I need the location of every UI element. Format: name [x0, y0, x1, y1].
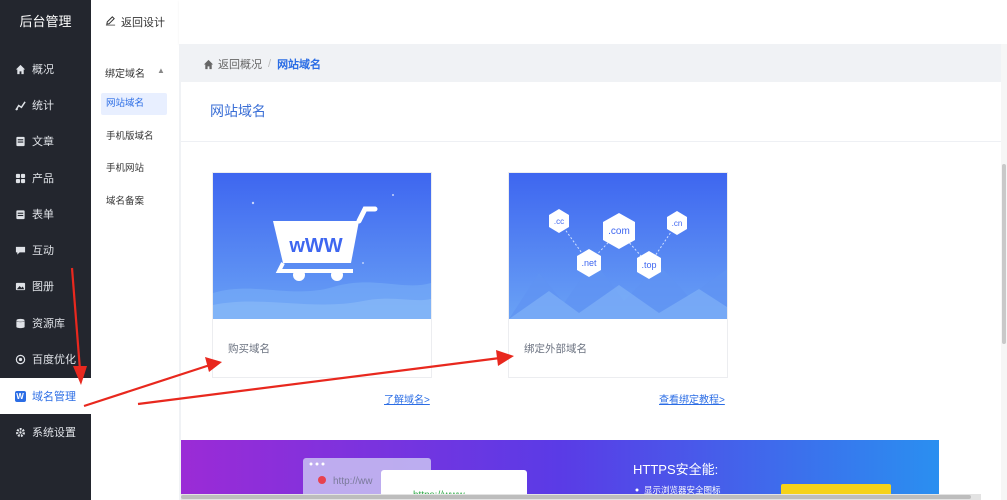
bind-external-domain-label[interactable]: 绑定外部域名: [524, 341, 587, 356]
album-icon: [14, 280, 26, 292]
database-icon: [14, 317, 26, 329]
https-promo-banner[interactable]: http://ww https://www. HTTPS安全能: 显示浏览器安全…: [181, 440, 939, 500]
sidebar-item-label: 域名管理: [32, 391, 76, 403]
back-to-design-label: 返回设计: [121, 17, 165, 29]
sidebar-item-seo[interactable]: 百度优化: [0, 341, 91, 377]
breadcrumb-current: 网站域名: [277, 59, 322, 71]
tld-net: .net: [581, 258, 597, 268]
tld-cc: .cc: [554, 217, 564, 226]
seo-icon: [14, 353, 26, 365]
breadcrumb: 返回概况 / 网站域名: [203, 56, 321, 72]
chart-icon: [14, 99, 26, 111]
sidebar-item-domain[interactable]: W 域名管理: [0, 378, 91, 414]
sidebar-item-label: 百度优化: [32, 354, 76, 366]
chevron-up-icon[interactable]: ▲: [157, 66, 165, 75]
subnav-item-website-domain[interactable]: 网站域名: [101, 93, 167, 115]
sidebar-item-album[interactable]: 图册: [0, 268, 91, 304]
shopping-cart-www-illustration: wWW: [213, 173, 431, 319]
home-icon[interactable]: [203, 59, 214, 70]
top-header: [179, 0, 1007, 44]
buy-domain-label[interactable]: 购买域名: [228, 341, 270, 356]
sidebar-item-label: 系统设置: [32, 427, 76, 439]
brand-title: 后台管理: [19, 14, 72, 29]
sidebar-item-stats[interactable]: 统计: [0, 87, 91, 123]
tld-top: .top: [641, 260, 656, 270]
sidebar-item-products[interactable]: 产品: [0, 160, 91, 196]
learn-domain-link[interactable]: 了解域名>: [384, 391, 430, 406]
article-icon: [14, 135, 26, 147]
divider: [181, 141, 1007, 142]
breadcrumb-home-link[interactable]: 返回概况: [218, 56, 262, 72]
sidebar-item-overview[interactable]: 概况: [0, 51, 91, 87]
subnav-item-mobile-site[interactable]: 手机网站: [101, 158, 167, 180]
sidebar-item-articles[interactable]: 文章: [0, 123, 91, 159]
subnav-group-title[interactable]: 绑定域名: [105, 65, 145, 80]
sidebar-item-label: 资源库: [32, 318, 65, 330]
page-title: 网站域名: [210, 103, 266, 119]
cart-www-text: wWW: [288, 235, 342, 257]
sidebar-item-label: 表单: [32, 209, 54, 221]
chat-icon: [14, 244, 26, 256]
banner-title: HTTPS安全能:: [633, 462, 718, 477]
subnav-item-mobile-domain[interactable]: 手机版域名: [101, 126, 167, 148]
tld-cn: .cn: [672, 219, 683, 228]
tld-com: .com: [608, 226, 630, 237]
sidebar-item-label: 互动: [32, 245, 54, 257]
grid-icon: [14, 172, 26, 184]
gear-icon: [14, 426, 26, 438]
sidebar-item-label: 统计: [32, 100, 54, 112]
buy-domain-card[interactable]: wWW 购买域名: [212, 172, 432, 378]
vertical-scrollbar[interactable]: [1001, 44, 1007, 500]
sidebar-item-label: 概况: [32, 64, 54, 76]
bind-external-domain-card[interactable]: .cc .com .cn .net .top 绑定外部域名: [508, 172, 728, 378]
w-icon: W: [14, 390, 26, 402]
sidebar-item-resources[interactable]: 资源库: [0, 305, 91, 341]
breadcrumb-separator: /: [268, 58, 272, 70]
sidebar-item-interaction[interactable]: 互动: [0, 232, 91, 268]
sidebar-item-label: 图册: [32, 281, 54, 293]
sidebar-item-forms[interactable]: 表单: [0, 196, 91, 232]
bind-tutorial-link[interactable]: 查看绑定教程>: [659, 391, 725, 406]
home-icon: [14, 63, 26, 75]
sidebar-item-label: 文章: [32, 136, 54, 148]
back-to-design-button[interactable]: 返回设计: [91, 0, 179, 44]
edit-pen-icon: [105, 15, 116, 29]
banner-url-http: http://ww: [333, 476, 373, 487]
sidebar-item-settings[interactable]: 系统设置: [0, 414, 91, 450]
horizontal-scrollbar[interactable]: [181, 494, 981, 500]
sidebar-item-label: 产品: [32, 173, 54, 185]
form-icon: [14, 208, 26, 220]
domain-extensions-illustration: .cc .com .cn .net .top: [509, 173, 727, 319]
subnav-item-domain-filing[interactable]: 域名备案: [101, 191, 167, 213]
